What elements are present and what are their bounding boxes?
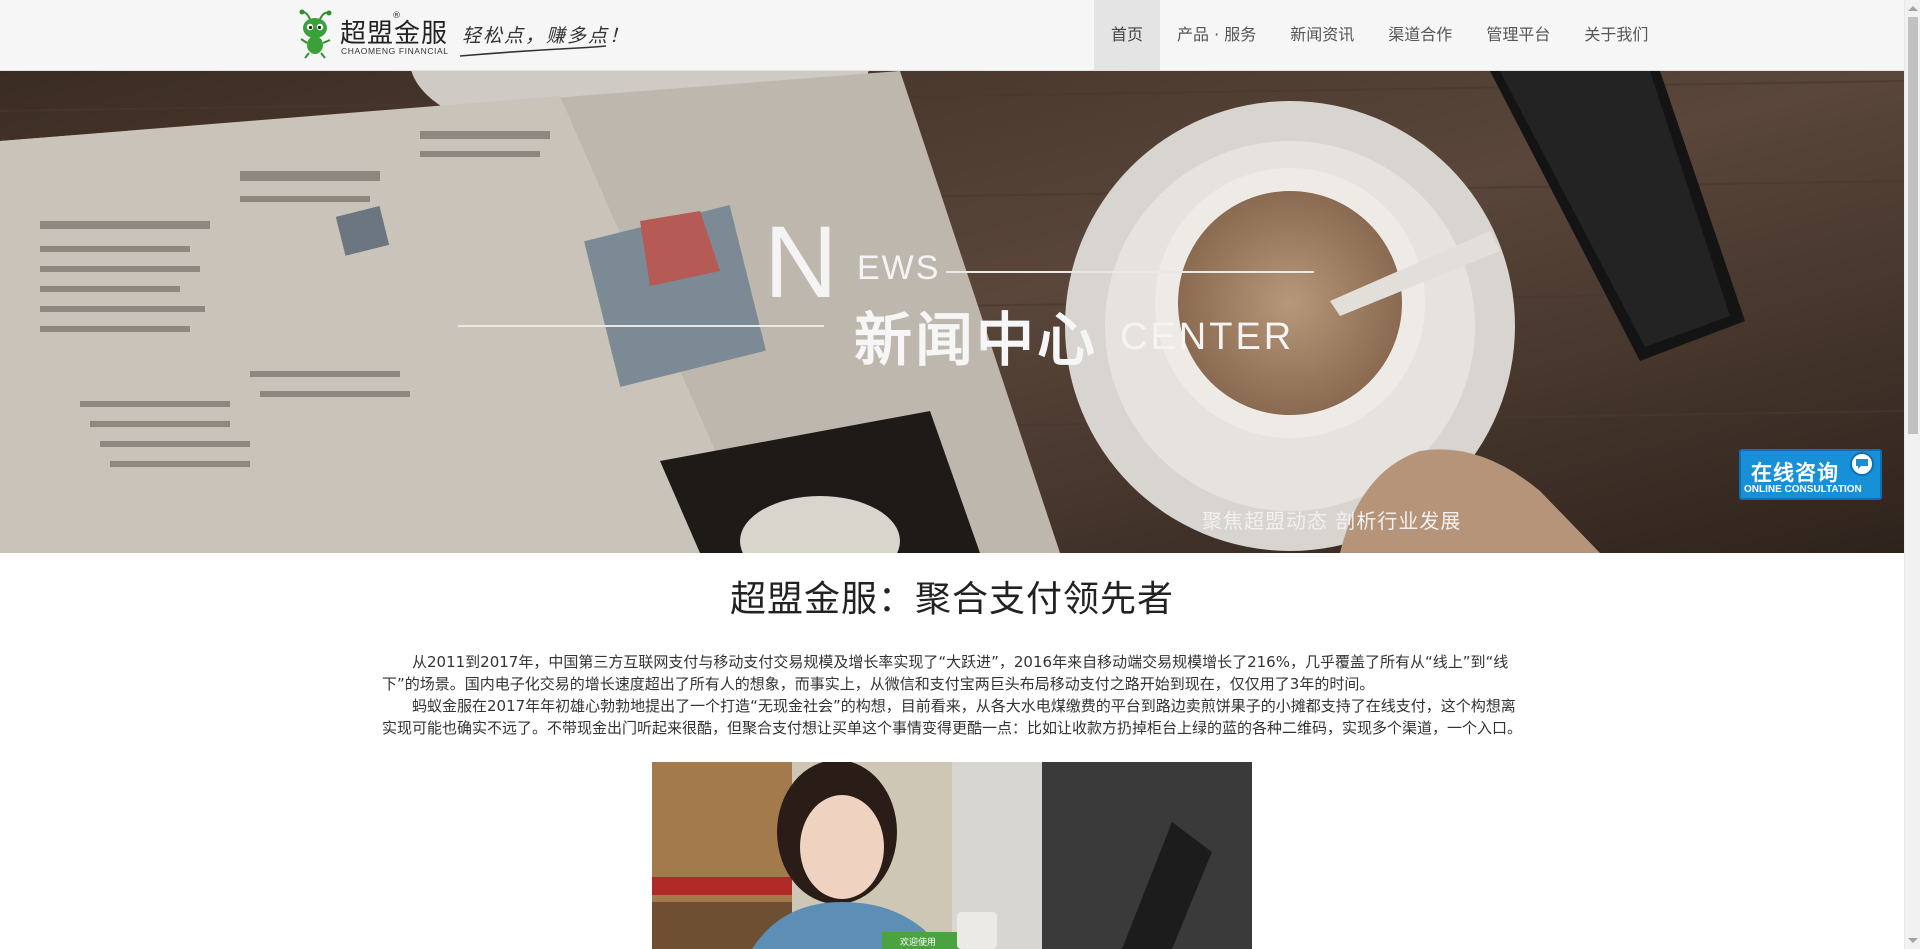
banner-title-cn: 新闻中心 <box>854 306 1099 374</box>
nav-item-news[interactable]: 新闻资讯 <box>1273 0 1371 70</box>
nav-item-channel[interactable]: 渠道合作 <box>1371 0 1469 70</box>
nav-item-platform[interactable]: 管理平台 <box>1469 0 1567 70</box>
banner-divider-left <box>458 325 824 327</box>
banner-subtitle: 聚焦超盟动态 剖析行业发展 <box>1202 509 1462 533</box>
article-paragraph: 蚂蚁金服在2017年年初雄心勃勃地提出了一个打造“无现金社会”的构想，目前看来，… <box>382 697 1523 737</box>
banner-big-letter: N <box>764 205 838 319</box>
nav-item-home[interactable]: 首页 <box>1094 0 1161 70</box>
photo-card-text: 欢迎使用 <box>900 936 936 948</box>
scroll-down-arrow-icon[interactable] <box>1908 938 1918 943</box>
ant-mascot-icon <box>299 9 332 59</box>
scrollbar-thumb[interactable] <box>1908 17 1918 434</box>
logo-slogan: 轻松点，赚多点！ <box>462 25 631 47</box>
cashier-photo-image: 欢迎使用 <box>652 762 1252 949</box>
slogan-underline <box>459 45 607 57</box>
logo-name-en: CHAOMENG FINANCIAL <box>341 46 449 56</box>
news-banner: N EWS 新闻中心 CENTER 聚焦超盟动态 剖析行业发展 <box>0 71 1904 553</box>
nav-item-about[interactable]: 关于我们 <box>1567 0 1665 70</box>
nav-item-products[interactable]: 产品 · 服务 <box>1160 0 1273 70</box>
chat-bubble-icon <box>1850 452 1874 476</box>
consult-label-en: ONLINE CONSULTATION <box>1744 484 1862 495</box>
banner-divider-right <box>946 271 1314 273</box>
consult-label-cn: 在线咨询 <box>1751 461 1839 485</box>
site-logo[interactable]: 超盟金服 ® CHAOMENG FINANCIAL 轻松点，赚多点！ <box>298 9 638 61</box>
online-consultation-button[interactable]: 在线咨询 ONLINE CONSULTATION <box>1739 449 1882 500</box>
article-title: 超盟金服：聚合支付领先者 <box>729 579 1174 620</box>
article-photo: 欢迎使用 <box>652 762 1252 949</box>
scroll-up-arrow-icon[interactable] <box>1908 6 1918 11</box>
article-body: 从2011到2017年，中国第三方互联网支付与移动支付交易规模及增长率实现了“大… <box>382 651 1522 739</box>
site-header: 超盟金服 ® CHAOMENG FINANCIAL 轻松点，赚多点！ 首页 产品… <box>0 0 1904 71</box>
page-scrollbar[interactable] <box>1904 0 1920 949</box>
banner-word-rest: EWS <box>857 249 941 287</box>
article-paragraph: 从2011到2017年，中国第三方互联网支付与移动支付交易规模及增长率实现了“大… <box>382 653 1509 693</box>
registered-mark: ® <box>392 11 401 21</box>
banner-title-en: CENTER <box>1120 316 1295 358</box>
main-nav: 首页 产品 · 服务 新闻资讯 渠道合作 管理平台 关于我们 <box>1094 0 1665 70</box>
